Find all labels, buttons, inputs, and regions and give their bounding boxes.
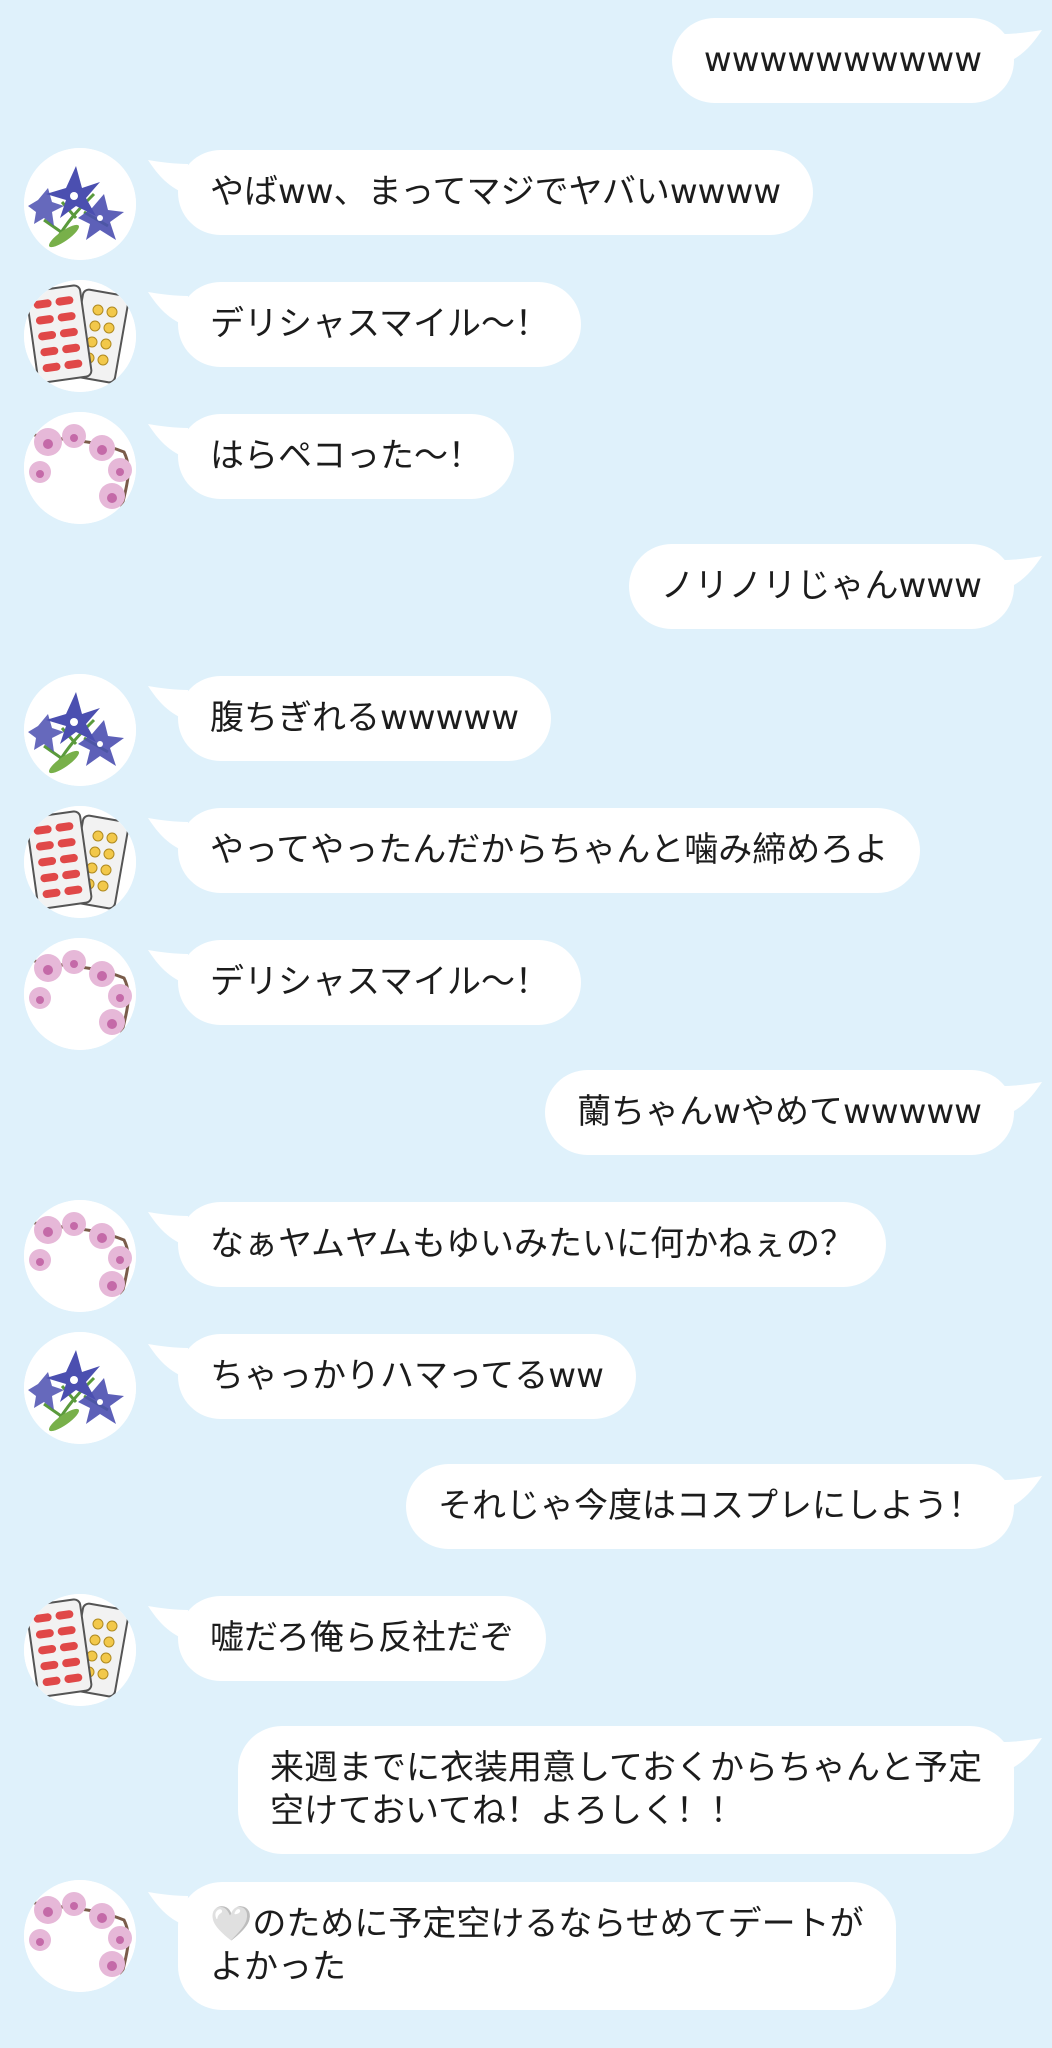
orchid-icon[interactable] <box>24 1200 136 1312</box>
message-bubble[interactable]: なぁヤムヤムもゆいみたいに何かねぇの？ <box>178 1202 886 1287</box>
message-bubble[interactable]: ノリノリじゃんwww <box>628 544 1014 629</box>
bubble-tail-icon <box>1002 30 1042 64</box>
orchid-icon[interactable] <box>24 938 136 1050</box>
chat-thread[interactable]: wwwwwwwwww やばww、まってマジでヤバいwwww デリシャスマイル〜！… <box>0 0 1052 2048</box>
orchid-icon[interactable] <box>24 412 136 524</box>
pills-icon[interactable] <box>24 1594 136 1706</box>
message-bubble[interactable]: やってやったんだからちゃんと噛み締めろよ <box>178 808 921 893</box>
bubble-tail-icon <box>1002 1476 1042 1510</box>
message-bubble[interactable]: ちゃっかりハマってるww <box>178 1334 636 1419</box>
pills-icon[interactable] <box>24 280 136 392</box>
bellflower-icon[interactable] <box>24 148 136 260</box>
message-bubble[interactable]: はらペコった〜！ <box>178 414 514 499</box>
bubble-tail-icon <box>1002 556 1042 590</box>
pills-icon[interactable] <box>24 806 136 918</box>
message-bubble[interactable]: デリシャスマイル〜！ <box>178 282 581 367</box>
message-bubble[interactable]: 腹ちぎれるwwwww <box>178 676 552 761</box>
message-bubble[interactable]: 蘭ちゃんwやめてwwwww <box>545 1070 1014 1155</box>
bubble-tail-icon <box>1002 1082 1042 1116</box>
message-bubble[interactable]: デリシャスマイル〜！ <box>178 940 581 1025</box>
message-bubble[interactable]: 来週までに衣装用意しておくからちゃんと予定 空けておいてね！よろしく！！ <box>238 1726 1014 1854</box>
message-bubble[interactable]: 🤍のために予定空けるならせめてデートが よかった <box>178 1882 896 2010</box>
message-bubble[interactable]: wwwwwwwwww <box>671 18 1014 103</box>
bellflower-icon[interactable] <box>24 674 136 786</box>
orchid-icon[interactable] <box>24 1880 136 1992</box>
message-bubble[interactable]: 嘘だろ俺ら反社だぞ <box>178 1596 546 1681</box>
bubble-tail-icon <box>1002 1738 1042 1772</box>
message-bubble[interactable]: やばww、まってマジでヤバいwwww <box>178 150 814 235</box>
message-bubble[interactable]: それじゃ今度はコスプレにしよう！ <box>406 1464 1014 1549</box>
bellflower-icon[interactable] <box>24 1332 136 1444</box>
